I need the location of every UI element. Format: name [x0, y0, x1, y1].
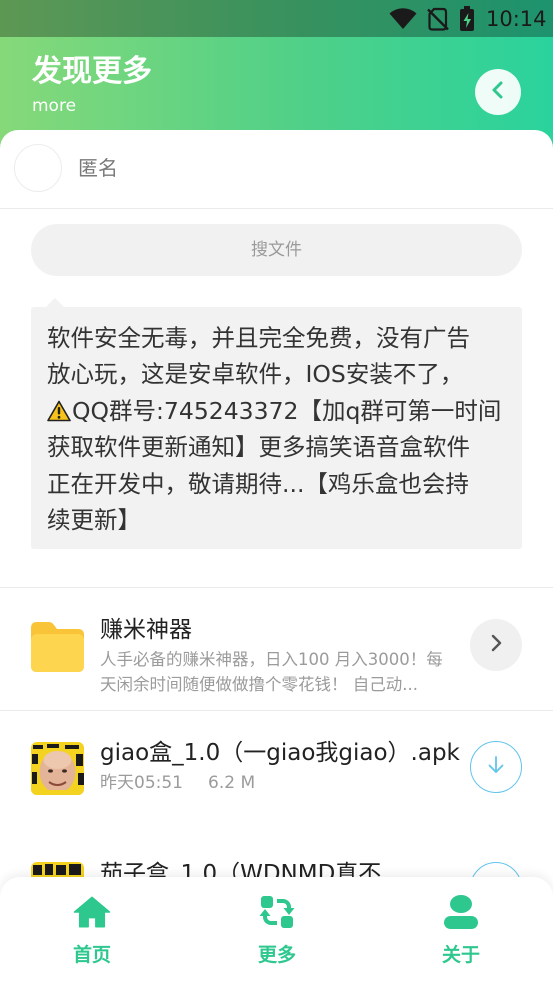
- notice-line: 续更新】: [47, 506, 141, 535]
- page-title: 发现更多: [32, 54, 152, 89]
- search-input[interactable]: [31, 224, 522, 276]
- status-bar: 10:14: [0, 0, 553, 37]
- warning-icon: [47, 400, 71, 422]
- divider: [0, 208, 553, 209]
- bottom-nav: 首页 更多 关于: [0, 877, 553, 983]
- user-icon: [442, 893, 480, 931]
- list-item-folder[interactable]: 赚米神器 人手必备的赚米神器，日入100 月入3000！每 天闲余时间随便做做撸…: [0, 588, 553, 710]
- notice-line: 软件安全无毒，并且完全免费，没有广告: [47, 324, 470, 352]
- nav-label: 关于: [441, 944, 480, 966]
- page-header: 发现更多 more: [0, 37, 553, 130]
- notice-line: QQ群号:745243372【加q群可第一时间: [47, 393, 512, 429]
- nav-item-home[interactable]: 首页: [32, 877, 152, 983]
- file-date: 昨天05:51: [100, 773, 183, 793]
- notice-bubble-tail: [46, 298, 64, 307]
- file-size: 6.2 M: [208, 773, 256, 793]
- swap-icon: [258, 893, 296, 931]
- notice-line-text: QQ群号:745243372【加q群可第一时间: [72, 396, 502, 425]
- app-icon: [31, 742, 84, 795]
- content-card: 匿名 软件安全无毒，并且完全免费，没有广告 放心玩，这是安卓软件，IOS安装不了…: [0, 130, 553, 983]
- file-description: 天闲余时间随便做做撸个零花钱！ 自己动...: [100, 675, 418, 694]
- download-button[interactable]: [470, 741, 522, 793]
- notice-box: 软件安全无毒，并且完全免费，没有广告 放心玩，这是安卓软件，IOS安装不了， Q…: [31, 307, 522, 549]
- folder-icon: [31, 622, 84, 672]
- battery-charging-icon: [459, 6, 475, 32]
- open-folder-button[interactable]: [470, 619, 522, 671]
- nav-label: 首页: [72, 944, 111, 966]
- nav-item-about[interactable]: 关于: [401, 877, 521, 983]
- user-row[interactable]: 匿名: [0, 130, 553, 208]
- chevron-right-icon: [483, 630, 509, 660]
- nav-label: 更多: [257, 944, 296, 966]
- wifi-icon: [389, 8, 417, 30]
- file-title: 赚米神器: [100, 617, 192, 643]
- page-subtitle: more: [32, 96, 77, 116]
- notice-line: 获取软件更新通知】更多搞笑语音盒软件: [47, 433, 470, 462]
- list-item-apk[interactable]: giao盒_1.0（一giao我giao）.apk 昨天05:51 6.2 M: [0, 711, 553, 831]
- no-sim-icon: [427, 7, 449, 31]
- chevron-left-icon: [487, 79, 509, 105]
- file-description: 人手必备的赚米神器，日入100 月入3000！每: [100, 650, 443, 669]
- file-title: giao盒_1.0（一giao我giao）.apk: [100, 740, 460, 766]
- home-icon: [73, 893, 111, 931]
- app-screen: 10:14 发现更多 more 匿名 软件安全无毒，并且完全免费，没有广告 放心…: [0, 0, 553, 983]
- download-icon: [483, 752, 509, 782]
- notice-line: 正在开发中，敬请期待...【鸡乐盒也会持: [47, 469, 469, 498]
- user-name: 匿名: [78, 156, 118, 180]
- notice-line: 放心玩，这是安卓软件，IOS安装不了，: [47, 360, 464, 389]
- back-button[interactable]: [475, 69, 521, 115]
- status-time: 10:14: [486, 7, 547, 31]
- nav-item-more[interactable]: 更多: [217, 877, 337, 983]
- avatar: [14, 144, 62, 192]
